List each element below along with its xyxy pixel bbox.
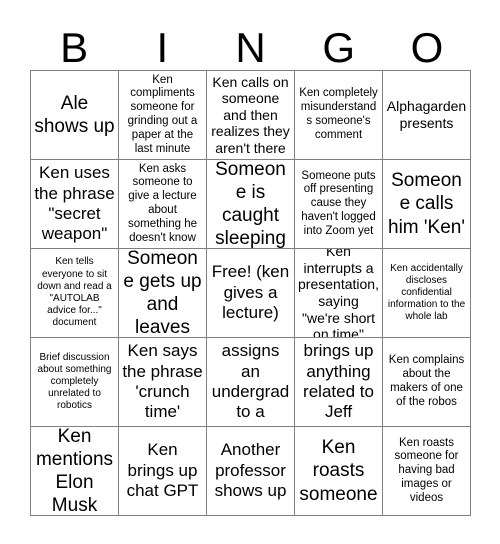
bingo-cell-label: Ken compliments someone for grinding out… bbox=[127, 73, 198, 155]
bingo-cell-n5[interactable]: Another professor shows up bbox=[207, 427, 295, 516]
bingo-cell-o2[interactable]: Someone calls him 'Ken' bbox=[383, 160, 471, 249]
bingo-card: B I N G O Ale shows up Ken compliments s… bbox=[0, 0, 500, 544]
bingo-cell-i1[interactable]: Ken compliments someone for grinding out… bbox=[119, 71, 207, 160]
bingo-cell-label: Ken accidentally discloses confidential … bbox=[387, 262, 466, 323]
bingo-cell-label: Someone gets up and leaves bbox=[123, 249, 202, 338]
bingo-cell-o1[interactable]: Alphagarden presents bbox=[383, 71, 471, 160]
bingo-cell-g2[interactable]: Someone puts off presenting cause they h… bbox=[295, 160, 383, 249]
bingo-cell-g3[interactable]: Ken interrupts a presentation, saying "w… bbox=[295, 249, 383, 338]
bingo-cell-i4[interactable]: Ken says the phrase 'crunch time' bbox=[119, 338, 207, 427]
bingo-cell-n4[interactable]: Ken assigns an undergrad to a project bbox=[207, 338, 295, 427]
bingo-cell-b2[interactable]: Ken uses the phrase "secret weapon" bbox=[31, 160, 119, 249]
bingo-cell-label: Ken brings up anything related to Jeff M… bbox=[303, 338, 374, 426]
header-letter-g: G bbox=[322, 24, 356, 71]
bingo-cell-label: Brief discussion about something complet… bbox=[37, 351, 112, 412]
bingo-cell-n2[interactable]: Someone is caught sleeping bbox=[207, 160, 295, 249]
bingo-cell-g4[interactable]: Ken brings up anything related to Jeff M… bbox=[295, 338, 383, 427]
bingo-cell-g5[interactable]: Ken roasts someone bbox=[295, 427, 383, 516]
bingo-cell-n1[interactable]: Ken calls on someone and then realizes t… bbox=[207, 71, 295, 160]
bingo-cell-label: Free! (ken gives a lecture) bbox=[211, 262, 290, 323]
bingo-cell-label: Ken uses the phrase "secret weapon" bbox=[34, 163, 115, 244]
bingo-cell-o5[interactable]: Ken roasts someone for having bad images… bbox=[383, 427, 471, 516]
bingo-cell-label: Ken says the phrase 'crunch time' bbox=[122, 341, 203, 422]
bingo-cell-label: Someone is caught sleeping bbox=[215, 160, 286, 249]
bingo-cell-o3[interactable]: Ken accidentally discloses confidential … bbox=[383, 249, 471, 338]
bingo-cell-i2[interactable]: Ken asks someone to give a lecture about… bbox=[119, 160, 207, 249]
bingo-cell-i5[interactable]: Ken brings up chat GPT bbox=[119, 427, 207, 516]
header-letter-b: B bbox=[60, 24, 89, 71]
bingo-cell-label: Ken roasts someone bbox=[299, 437, 378, 505]
bingo-cell-label: Ken roasts someone for having bad images… bbox=[394, 436, 459, 504]
bingo-cell-b3[interactable]: Ken tells everyone to sit down and read … bbox=[31, 249, 119, 338]
bingo-cell-label: Ken brings up chat GPT bbox=[126, 440, 199, 501]
bingo-cell-label: Ken assigns an undergrad to a project bbox=[211, 338, 290, 426]
bingo-cell-label: Ken tells everyone to sit down and read … bbox=[37, 256, 112, 329]
header-letter-n: N bbox=[235, 24, 266, 71]
bingo-cell-i3[interactable]: Someone gets up and leaves bbox=[119, 249, 207, 338]
bingo-cell-free-center[interactable]: Free! (ken gives a lecture) bbox=[207, 249, 295, 338]
bingo-cell-label: Someone calls him 'Ken' bbox=[388, 170, 465, 238]
bingo-cell-label: Someone puts off presenting cause they h… bbox=[301, 169, 376, 237]
bingo-cell-label: Alphagarden presents bbox=[386, 98, 467, 131]
bingo-cell-g1[interactable]: Ken completely misunderstands someone's … bbox=[295, 71, 383, 160]
bingo-header: B I N G O bbox=[30, 16, 471, 70]
bingo-cell-label: Ken mentions Elon Musk bbox=[35, 427, 114, 516]
bingo-grid: Ale shows up Ken compliments someone for… bbox=[30, 70, 471, 516]
bingo-cell-label: Another professor shows up bbox=[214, 440, 287, 501]
bingo-cell-label: Ken interrupts a presentation, saying "w… bbox=[298, 249, 379, 338]
bingo-cell-b4[interactable]: Brief discussion about something complet… bbox=[31, 338, 119, 427]
bingo-cell-label: Ale shows up bbox=[34, 92, 115, 137]
bingo-cell-label: Ken asks someone to give a lecture about… bbox=[127, 162, 198, 244]
header-letter-o: O bbox=[410, 24, 444, 71]
header-letter-i: I bbox=[156, 24, 169, 71]
bingo-cell-label: Ken completely misunderstands someone's … bbox=[299, 87, 378, 141]
bingo-cell-label: Ken calls on someone and then realizes t… bbox=[211, 73, 290, 156]
bingo-cell-b1[interactable]: Ale shows up bbox=[31, 71, 119, 160]
bingo-cell-o4[interactable]: Ken complains about the makers of one of… bbox=[383, 338, 471, 427]
bingo-cell-b5[interactable]: Ken mentions Elon Musk bbox=[31, 427, 119, 516]
bingo-cell-label: Ken complains about the makers of one of… bbox=[388, 354, 465, 408]
